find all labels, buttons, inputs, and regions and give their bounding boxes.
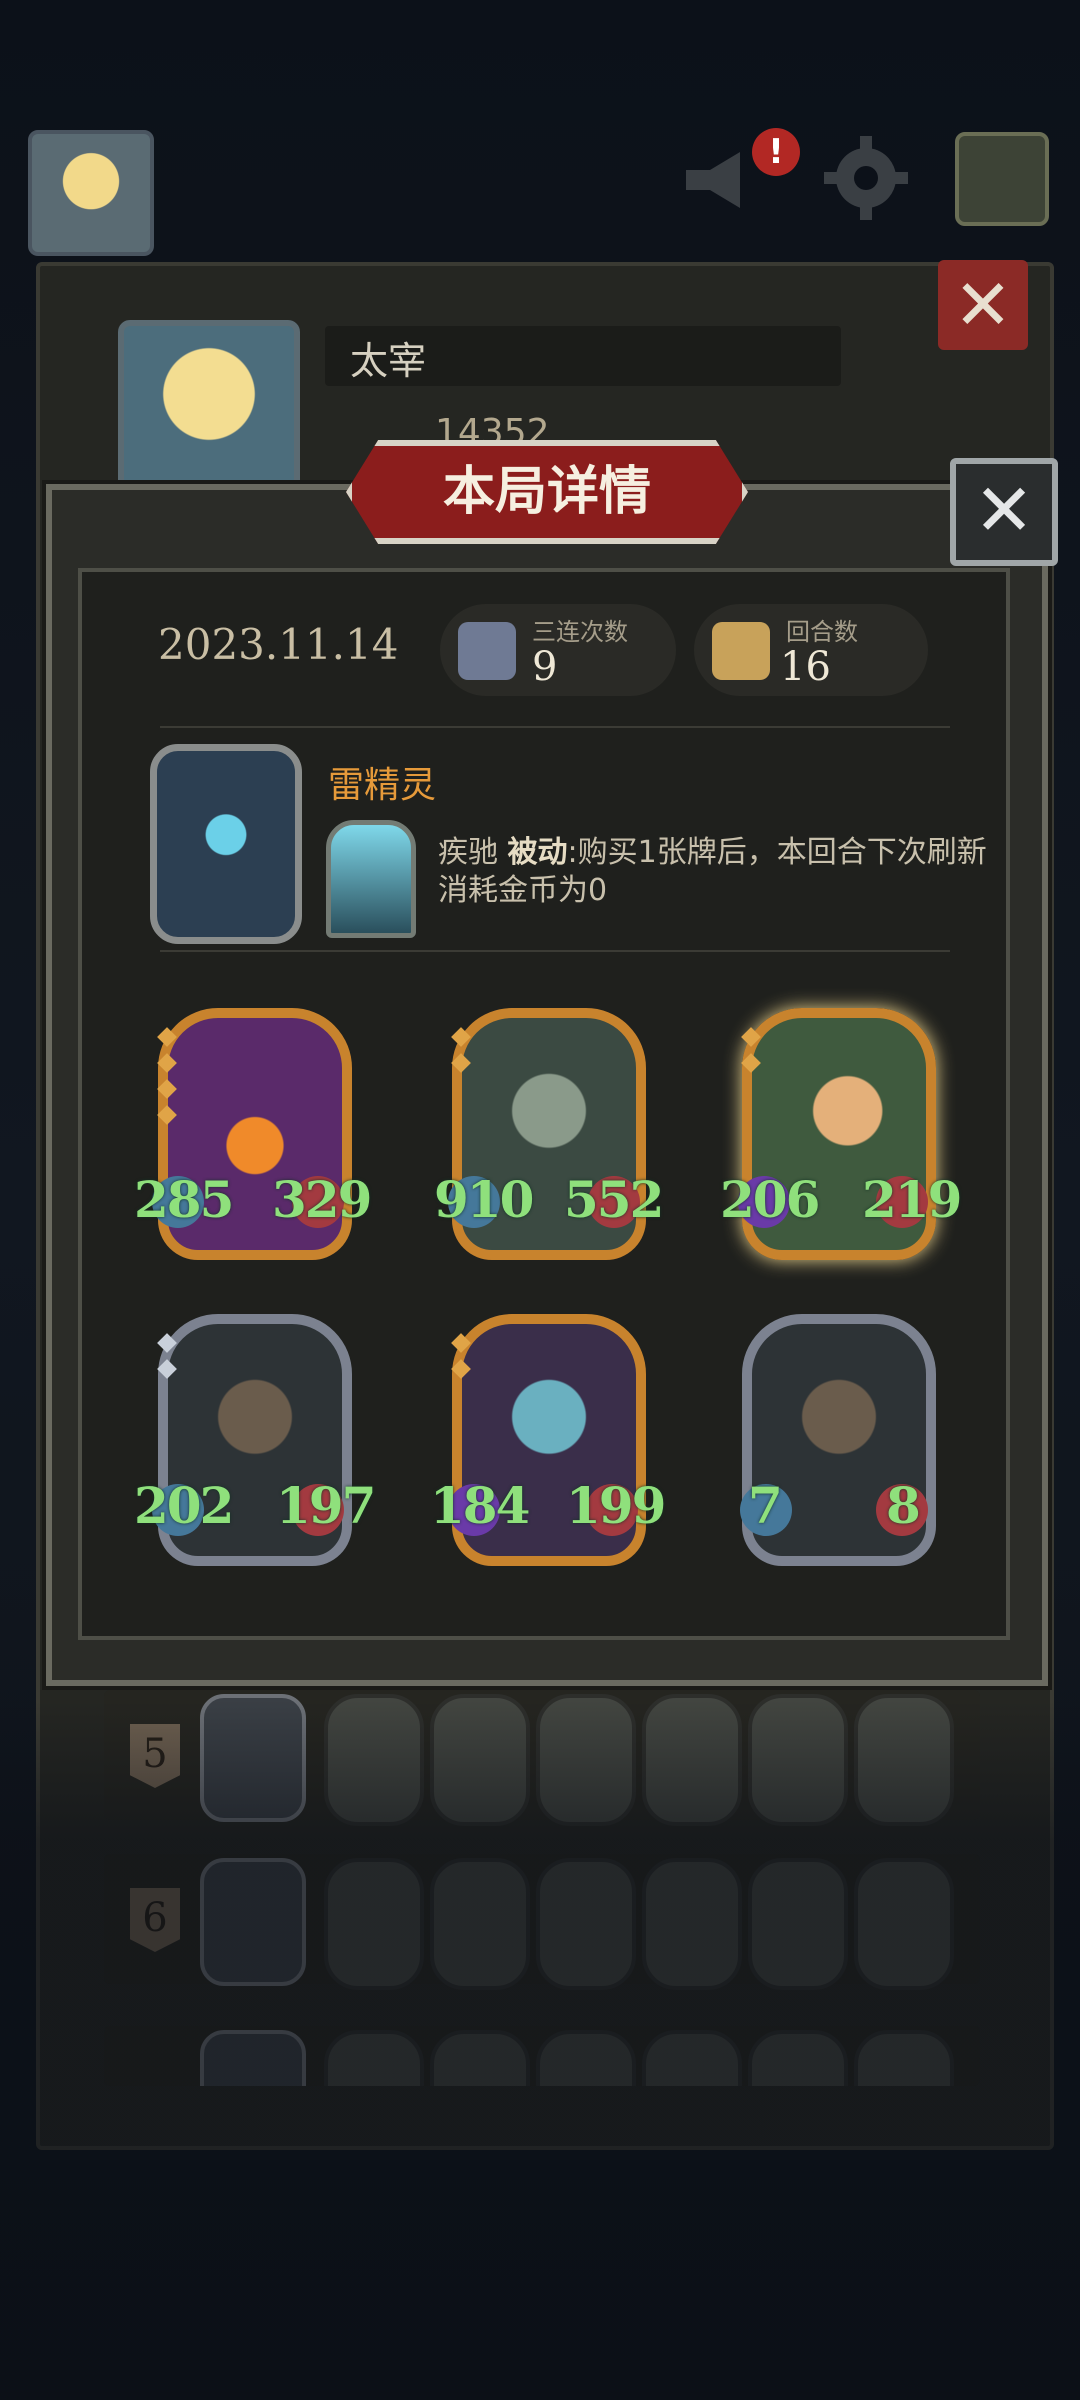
row-card (854, 1858, 954, 1990)
row-card (642, 2030, 742, 2086)
player-name: 太宰 (350, 339, 427, 383)
history-row[interactable]: 6 (104, 1854, 980, 1990)
skill-type: 被动 (507, 835, 568, 870)
skill-description: 疾驰 被动:购买1张牌后，本回合下次刷新消耗金币为0 (438, 834, 998, 910)
card-health: 8 (886, 1476, 921, 1535)
star-rank (451, 1027, 471, 1082)
player-avatar[interactable] (28, 130, 154, 256)
card-attack: 910 (434, 1170, 534, 1229)
hero-name: 雷精灵 (328, 765, 437, 806)
card-attack: 285 (134, 1170, 234, 1229)
rank-badge: 6 (130, 1888, 180, 1952)
divider (160, 950, 950, 952)
skill-name: 疾驰 (438, 835, 498, 870)
round-count-value: 16 (780, 644, 831, 690)
round-count-label: 回合数 (786, 618, 858, 646)
hero-portrait (150, 744, 302, 944)
settings-gear-icon[interactable] (820, 132, 912, 224)
row-hero-portrait (200, 1858, 306, 1986)
row-card (854, 2030, 954, 2086)
profile-avatar (118, 320, 300, 502)
row-card (324, 2030, 424, 2086)
notification-badge-icon: ! (752, 128, 800, 176)
row-card (854, 1694, 954, 1826)
row-hero-portrait (200, 2030, 306, 2086)
row-card (748, 1858, 848, 1990)
card-health: 197 (276, 1476, 376, 1535)
skill-icon (326, 820, 416, 938)
star-rank (157, 1027, 177, 1134)
row-hero-portrait (200, 1694, 306, 1822)
card-attack: 202 (134, 1476, 234, 1535)
card-health: 329 (272, 1170, 372, 1229)
card-attack: 206 (720, 1170, 820, 1229)
row-card (430, 1694, 530, 1826)
row-card (642, 1858, 742, 1990)
card-health: 552 (564, 1170, 664, 1229)
modal-close-button[interactable]: ✕ (950, 458, 1058, 566)
round-count-icon (712, 622, 770, 680)
modal-title: 本局详情 (442, 462, 651, 522)
row-card (324, 1858, 424, 1990)
history-row[interactable] (104, 2026, 980, 2086)
divider (160, 726, 950, 728)
triple-count-value: 9 (532, 644, 558, 690)
exit-button[interactable] (955, 132, 1049, 226)
announcement-icon[interactable] (680, 140, 760, 220)
profile-close-icon[interactable]: ✕ (938, 260, 1028, 350)
match-date: 2023.11.14 (158, 620, 399, 669)
star-rank (451, 1333, 471, 1388)
card-attack: 7 (748, 1476, 783, 1535)
row-card (324, 1694, 424, 1826)
row-card (430, 1858, 530, 1990)
row-card (748, 1694, 848, 1826)
row-card (536, 1694, 636, 1826)
card-health: 219 (862, 1170, 962, 1229)
row-card (642, 1694, 742, 1826)
card-health: 199 (566, 1476, 666, 1535)
history-row[interactable]: 5 (104, 1690, 980, 1826)
row-card (536, 1858, 636, 1990)
card-attack: 184 (430, 1476, 530, 1535)
row-card (430, 2030, 530, 2086)
rank-badge: 5 (130, 1724, 180, 1788)
star-rank (157, 1333, 177, 1388)
star-rank (741, 1027, 761, 1082)
triple-count-icon (458, 622, 516, 680)
row-card (748, 2030, 848, 2086)
row-card (536, 2030, 636, 2086)
triple-count-label: 三连次数 (532, 618, 628, 646)
